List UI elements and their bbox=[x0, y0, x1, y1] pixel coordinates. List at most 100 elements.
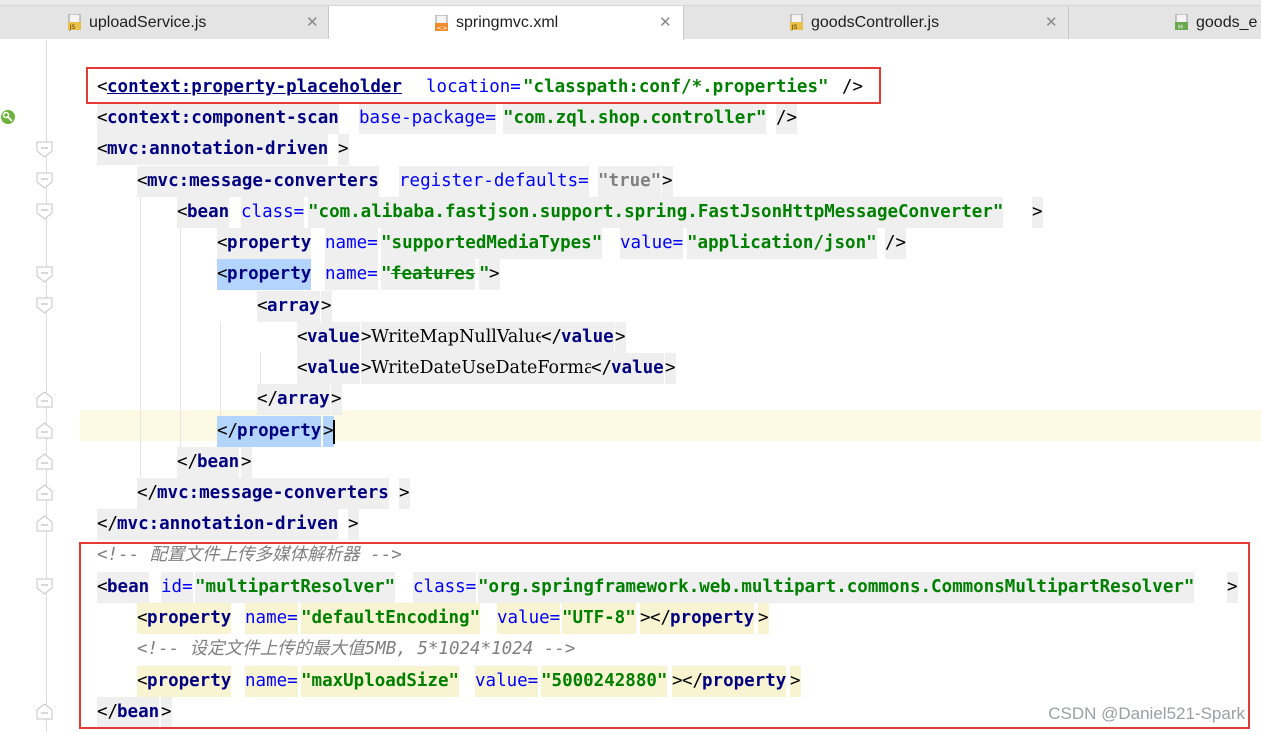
xml-attribute-name: name= bbox=[325, 228, 378, 259]
xml-attribute-value: "true" bbox=[598, 166, 662, 197]
svg-text:JS: JS bbox=[69, 23, 76, 31]
tag-close-bracket: > bbox=[338, 134, 349, 165]
code-line-9: < value > WriteMapNullValue </ value > bbox=[0, 322, 1261, 353]
tab-label: goodsController.js bbox=[811, 13, 940, 31]
tag-close-bracket: > bbox=[1032, 197, 1043, 228]
close-icon[interactable]: ✕ bbox=[306, 13, 319, 31]
xml-tag-name: value bbox=[561, 322, 614, 353]
xml-attribute-value: "com.alibaba.fastjson.support.spring.Fas… bbox=[308, 197, 1004, 228]
xml-tag-name: array bbox=[267, 291, 320, 322]
code-line-14: </ mvc:message-converters > bbox=[0, 478, 1261, 509]
xml-attribute-value: "com.zql.shop.controller" bbox=[503, 103, 767, 134]
tag-open-bracket: < bbox=[97, 134, 108, 165]
svg-text:JS: JS bbox=[791, 23, 798, 31]
xml-tag-name: bean bbox=[197, 447, 240, 478]
code-line-15: </ mvc:annotation-driven > bbox=[0, 509, 1261, 540]
tag-close-bracket: > bbox=[331, 384, 342, 415]
tag-open-bracket: </ bbox=[217, 416, 239, 447]
tag-close-bracket: > bbox=[241, 447, 252, 478]
watermark: CSDN @Daniel521-Spark bbox=[1048, 704, 1245, 723]
xml-attribute-value: "application/json" bbox=[687, 228, 877, 259]
tab-goods-e[interactable]: H goods_e bbox=[1069, 6, 1261, 39]
tag-close-bracket: > bbox=[662, 166, 673, 197]
tag-open-bracket: < bbox=[217, 228, 228, 259]
code-line-2: < context:component-scan base-package= "… bbox=[0, 103, 1261, 134]
code-editor[interactable]: < context:property-placeholder location=… bbox=[0, 40, 1261, 732]
quote: " bbox=[381, 259, 392, 290]
text-value: WriteMapNullValue bbox=[371, 322, 546, 353]
tag-open-bracket: < bbox=[297, 322, 308, 353]
js-file-icon: JS bbox=[68, 14, 83, 31]
xml-attribute-name: base-package= bbox=[359, 103, 496, 134]
tag-close-bracket: > bbox=[348, 509, 359, 540]
text-caret bbox=[333, 420, 335, 444]
html-file-icon: H bbox=[1175, 14, 1190, 31]
tag-open-bracket: < bbox=[257, 291, 268, 322]
xml-tag-name: value bbox=[611, 353, 664, 384]
tag-close-bracket: > bbox=[489, 259, 500, 290]
js-file-icon: JS bbox=[790, 14, 805, 31]
highlight-box-multipart-resolver bbox=[79, 542, 1250, 729]
svg-text:<>: <> bbox=[437, 24, 448, 32]
tab-label: uploadService.js bbox=[89, 13, 207, 31]
xml-attribute-name: class= bbox=[241, 197, 305, 228]
tag-open-bracket: </ bbox=[541, 322, 563, 353]
tab-goods-controller-js[interactable]: JS goodsController.js ✕ bbox=[684, 6, 1069, 39]
tag-close-bracket: > bbox=[323, 416, 334, 447]
xml-tag-name: bean bbox=[187, 197, 230, 228]
tag-self-close: /> bbox=[776, 103, 798, 134]
tag-open-bracket: </ bbox=[97, 509, 119, 540]
editor-tab-bar: JS uploadService.js ✕ <> springmvc.xml ✕… bbox=[0, 6, 1261, 40]
code-line-12: </ property > bbox=[0, 416, 1261, 447]
code-line-3: < mvc:annotation-driven > bbox=[0, 134, 1261, 165]
tag-close-bracket: > bbox=[361, 353, 372, 384]
code-line-10: < value > WriteDateUseDateFormat </ valu… bbox=[0, 353, 1261, 384]
tag-open-bracket: < bbox=[97, 103, 108, 134]
tag-open-bracket: </ bbox=[177, 447, 199, 478]
tag-close-bracket: > bbox=[665, 353, 676, 384]
code-line-6: < property name= "supportedMediaTypes" v… bbox=[0, 228, 1261, 259]
xml-tag-name: value bbox=[307, 322, 360, 353]
close-icon[interactable]: ✕ bbox=[1045, 13, 1058, 31]
tag-open-bracket: </ bbox=[591, 353, 613, 384]
code-line-7: < property name= " features " > bbox=[0, 259, 1261, 290]
code-line-11: </ array > bbox=[0, 384, 1261, 415]
quote: " bbox=[479, 259, 490, 290]
xml-tag-name: property bbox=[227, 228, 312, 259]
xml-tag-name: mvc:annotation-driven bbox=[117, 509, 339, 540]
tag-close-bracket: > bbox=[361, 322, 372, 353]
tab-springmvc-xml[interactable]: <> springmvc.xml ✕ bbox=[329, 6, 684, 40]
code-line-4: < mvc:message-converters register-defaul… bbox=[0, 166, 1261, 197]
xml-file-icon: <> bbox=[435, 14, 450, 32]
code-line-13: </ bean > bbox=[0, 447, 1261, 478]
xml-tag-name: mvc:annotation-driven bbox=[107, 134, 329, 165]
text-value: WriteDateUseDateFormat bbox=[371, 353, 602, 384]
xml-attribute-value-deprecated: features bbox=[391, 259, 476, 290]
highlight-box-property-placeholder bbox=[86, 67, 881, 104]
xml-attribute-name: name= bbox=[325, 259, 378, 290]
tag-self-close: /> bbox=[885, 228, 907, 259]
xml-tag-name: mvc:message-converters bbox=[147, 166, 379, 197]
tag-open-bracket: </ bbox=[257, 384, 279, 415]
tag-open-bracket: < bbox=[297, 353, 308, 384]
tab-label: springmvc.xml bbox=[456, 14, 559, 31]
xml-tag-name: mvc:message-converters bbox=[157, 478, 389, 509]
tag-close-bracket: > bbox=[399, 478, 410, 509]
tag-open-bracket: </ bbox=[137, 478, 159, 509]
tab-upload-service-js[interactable]: JS uploadService.js ✕ bbox=[0, 6, 329, 39]
xml-attribute-name: register-defaults= bbox=[399, 166, 589, 197]
tab-label: goods_e bbox=[1196, 13, 1258, 31]
xml-tag-name: context:component-scan bbox=[107, 103, 339, 134]
xml-tag-name: property bbox=[227, 259, 312, 290]
tag-open-bracket: < bbox=[137, 166, 148, 197]
xml-tag-name: array bbox=[277, 384, 330, 415]
xml-tag-name: value bbox=[307, 353, 360, 384]
xml-tag-name: property bbox=[237, 416, 322, 447]
tag-open-bracket: < bbox=[217, 259, 228, 290]
tag-close-bracket: > bbox=[321, 291, 332, 322]
xml-attribute-name: value= bbox=[620, 228, 684, 259]
code-line-8: < array > bbox=[0, 291, 1261, 322]
close-icon[interactable]: ✕ bbox=[659, 13, 672, 31]
code-line-5: < bean class= "com.alibaba.fastjson.supp… bbox=[0, 197, 1261, 228]
tag-open-bracket: < bbox=[177, 197, 188, 228]
